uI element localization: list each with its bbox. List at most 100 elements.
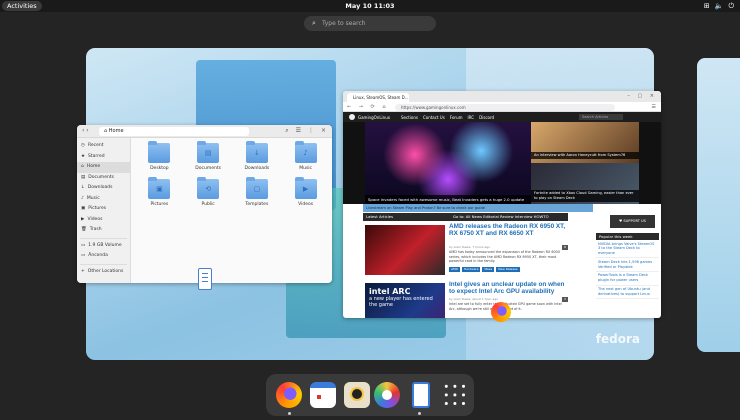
- sidebar-item-home[interactable]: ⌂ Home: [77, 162, 130, 173]
- calendar-icon[interactable]: [310, 382, 336, 408]
- tag[interactable]: New Release: [496, 267, 520, 272]
- nav-buttons[interactable]: ← → ⟳ ⌂: [347, 104, 389, 110]
- network-icon[interactable]: ⊞: [704, 1, 710, 11]
- sidebar-item-other-locations[interactable]: + Other Locations: [77, 267, 130, 278]
- featured-image[interactable]: [365, 122, 531, 204]
- popular-item[interactable]: Steam Deck hits 1,596 games Verified or …: [596, 258, 659, 272]
- power-icon[interactable]: ⏻: [728, 1, 734, 11]
- url-input[interactable]: https://www.gamingonlinux.com: [395, 103, 615, 111]
- software-icon[interactable]: [374, 382, 400, 408]
- firefox-icon[interactable]: [276, 382, 302, 408]
- support-us-button[interactable]: ♥ SUPPORT US: [610, 215, 655, 228]
- tag[interactable]: Mesa: [482, 267, 495, 272]
- comment-count[interactable]: 8: [562, 245, 568, 250]
- next-workspace-thumbnail[interactable]: [697, 58, 740, 352]
- goto-filters[interactable]: Go to: All News Editorial Review Intervi…: [453, 213, 549, 221]
- featured-side-caption[interactable]: An interview with Aaron Honeycutt from S…: [531, 152, 639, 159]
- search-icon: ⌕: [312, 19, 316, 27]
- dock: [266, 374, 474, 416]
- files-icon[interactable]: [412, 382, 430, 408]
- menu-contact[interactable]: Contact Us: [423, 115, 445, 120]
- sidebar-item-volume[interactable]: ▭ 1.9 GB Volume: [77, 241, 130, 252]
- sidebar-item-downloads[interactable]: ↓ Downloads: [77, 183, 130, 194]
- article-title[interactable]: Intel gives an unclear update on when to…: [449, 281, 567, 295]
- divider: [80, 263, 127, 265]
- featured-caption[interactable]: Space Invaders faced with awesome music,…: [365, 195, 531, 204]
- comment-count[interactable]: 3: [562, 297, 568, 302]
- path-bar[interactable]: ⌂ Home: [99, 127, 249, 136]
- sidebar-item-trash[interactable]: 🗑 Trash: [77, 225, 130, 236]
- files-window[interactable]: ‹ › ⌂ Home ⌕ ☰ ⋮ × ◷ Recent ★ Starred ⌂ Hom…: [77, 125, 332, 283]
- site-name[interactable]: GamingOnLinux: [358, 115, 390, 120]
- rhythmbox-icon[interactable]: [344, 382, 370, 408]
- article-item[interactable]: AMD releases the Radeon RX 6950 XT, RX 6…: [363, 223, 568, 279]
- firefox-window[interactable]: Linux, SteamOS, Steam D... – ▢ × ← → ⟳ ⌂…: [343, 91, 661, 318]
- sidebar-item-videos[interactable]: ▶ Videos: [77, 215, 130, 226]
- popular-item[interactable]: PowerTools is a Steam Deck plugin for po…: [596, 272, 659, 286]
- folder-music[interactable]: ♪ Music: [281, 141, 330, 171]
- folder-templates-icon: ▢: [245, 177, 268, 199]
- site-header: GamingOnLinux Sections Contact Us Forum …: [343, 112, 661, 122]
- image-text: a new player has entered the game: [369, 296, 433, 308]
- article-title[interactable]: AMD releases the Radeon RX 6950 XT, RX 6…: [449, 223, 567, 237]
- menu-forum[interactable]: Forum: [450, 115, 463, 120]
- sidebar-item-anaconda[interactable]: ▭ Ānconda: [77, 251, 130, 262]
- folder-videos[interactable]: ▶ Videos: [281, 177, 330, 207]
- sidebar-item-music[interactable]: ♪ Music: [77, 194, 130, 205]
- folder-videos-icon: ▶: [294, 177, 317, 199]
- tab-bar: Linux, SteamOS, Steam D... – ▢ ×: [343, 91, 661, 102]
- search-icon[interactable]: ⌕: [285, 127, 288, 135]
- popular-item[interactable]: The next gen of Ubuntu (and derivatives)…: [596, 286, 659, 300]
- running-indicator: [418, 412, 421, 415]
- back-forward-icons[interactable]: ‹ ›: [82, 127, 89, 134]
- close-icon[interactable]: ×: [321, 127, 326, 135]
- featured-articles: Space Invaders faced with awesome music,…: [343, 122, 661, 204]
- article-item[interactable]: intel ARC a new player has entered the g…: [363, 281, 568, 318]
- home-icon: ⌂: [81, 164, 84, 169]
- view-options-icon[interactable]: ☰: [296, 127, 301, 135]
- firefox-drag-icon[interactable]: [491, 302, 511, 322]
- popular-item[interactable]: NVIDIA brings Valve's SteamOS 3 to the S…: [596, 240, 659, 259]
- files-toolbar: ⌕ ☰ ⋮ ×: [285, 127, 326, 135]
- folder-downloads[interactable]: ↓ Downloads: [233, 141, 282, 171]
- volume-icon[interactable]: 🔈: [715, 1, 724, 11]
- folder-desktop[interactable]: Desktop: [135, 141, 184, 171]
- files-drag-icon[interactable]: [198, 268, 212, 290]
- folder-pictures[interactable]: ▣ Pictures: [135, 177, 184, 207]
- site-search-input[interactable]: Search Articles: [579, 114, 623, 120]
- folder-public[interactable]: ⟲ Public: [184, 177, 233, 207]
- window-controls[interactable]: – ▢ ×: [627, 93, 657, 99]
- sidebar-item-recent[interactable]: ◷ Recent: [77, 141, 130, 152]
- fedora-logo: fedora: [595, 332, 640, 346]
- folder-documents-icon: ▤: [197, 141, 220, 163]
- clock[interactable]: May 10 11:03: [0, 1, 740, 11]
- menu-icon[interactable]: ⋮: [308, 127, 314, 135]
- sidebar-item-starred[interactable]: ★ Starred: [77, 152, 130, 163]
- article-image[interactable]: intel ARC a new player has entered the g…: [365, 283, 445, 318]
- browser-tab[interactable]: Linux, SteamOS, Steam D...: [347, 93, 409, 102]
- document-icon: ▤: [81, 174, 86, 180]
- tag[interactable]: AMD: [449, 267, 460, 272]
- folder-public-icon: ⟲: [197, 177, 220, 199]
- site-banner[interactable]: Livestream on Steam Play and Proton? Be …: [363, 204, 593, 212]
- folder-documents[interactable]: ▤ Documents: [184, 141, 233, 171]
- tag[interactable]: Hardware: [461, 267, 481, 272]
- folder-templates[interactable]: ▢ Templates: [233, 177, 282, 207]
- app-grid-icon[interactable]: [442, 382, 468, 408]
- system-tray[interactable]: ⊞ 🔈 ⏻: [704, 1, 734, 11]
- popular-sidebar: ♥ SUPPORT US Popular this week NVIDIA br…: [596, 213, 659, 300]
- folder-grid: Desktop ▤ Documents ↓ Downloads ♪ Music ▣ Pi…: [135, 141, 330, 207]
- menu-icon[interactable]: ☰: [652, 104, 656, 110]
- menu-discord[interactable]: Discord: [479, 115, 494, 120]
- menu-sections[interactable]: Sections: [401, 115, 418, 120]
- menu-irc[interactable]: IRC: [468, 115, 475, 120]
- video-icon: ▶: [81, 216, 85, 222]
- download-icon: ↓: [81, 185, 85, 190]
- sidebar-item-documents[interactable]: ▤ Documents: [77, 173, 130, 184]
- drive-icon: ▭: [81, 242, 86, 248]
- site-logo[interactable]: [349, 114, 355, 120]
- search-input[interactable]: ⌕ Type to search: [304, 16, 436, 31]
- article-image[interactable]: [365, 225, 445, 275]
- featured-side-caption[interactable]: Fortnite added to Xbox Cloud Gaming, eas…: [531, 190, 639, 202]
- sidebar-item-pictures[interactable]: ▣ Pictures: [77, 204, 130, 215]
